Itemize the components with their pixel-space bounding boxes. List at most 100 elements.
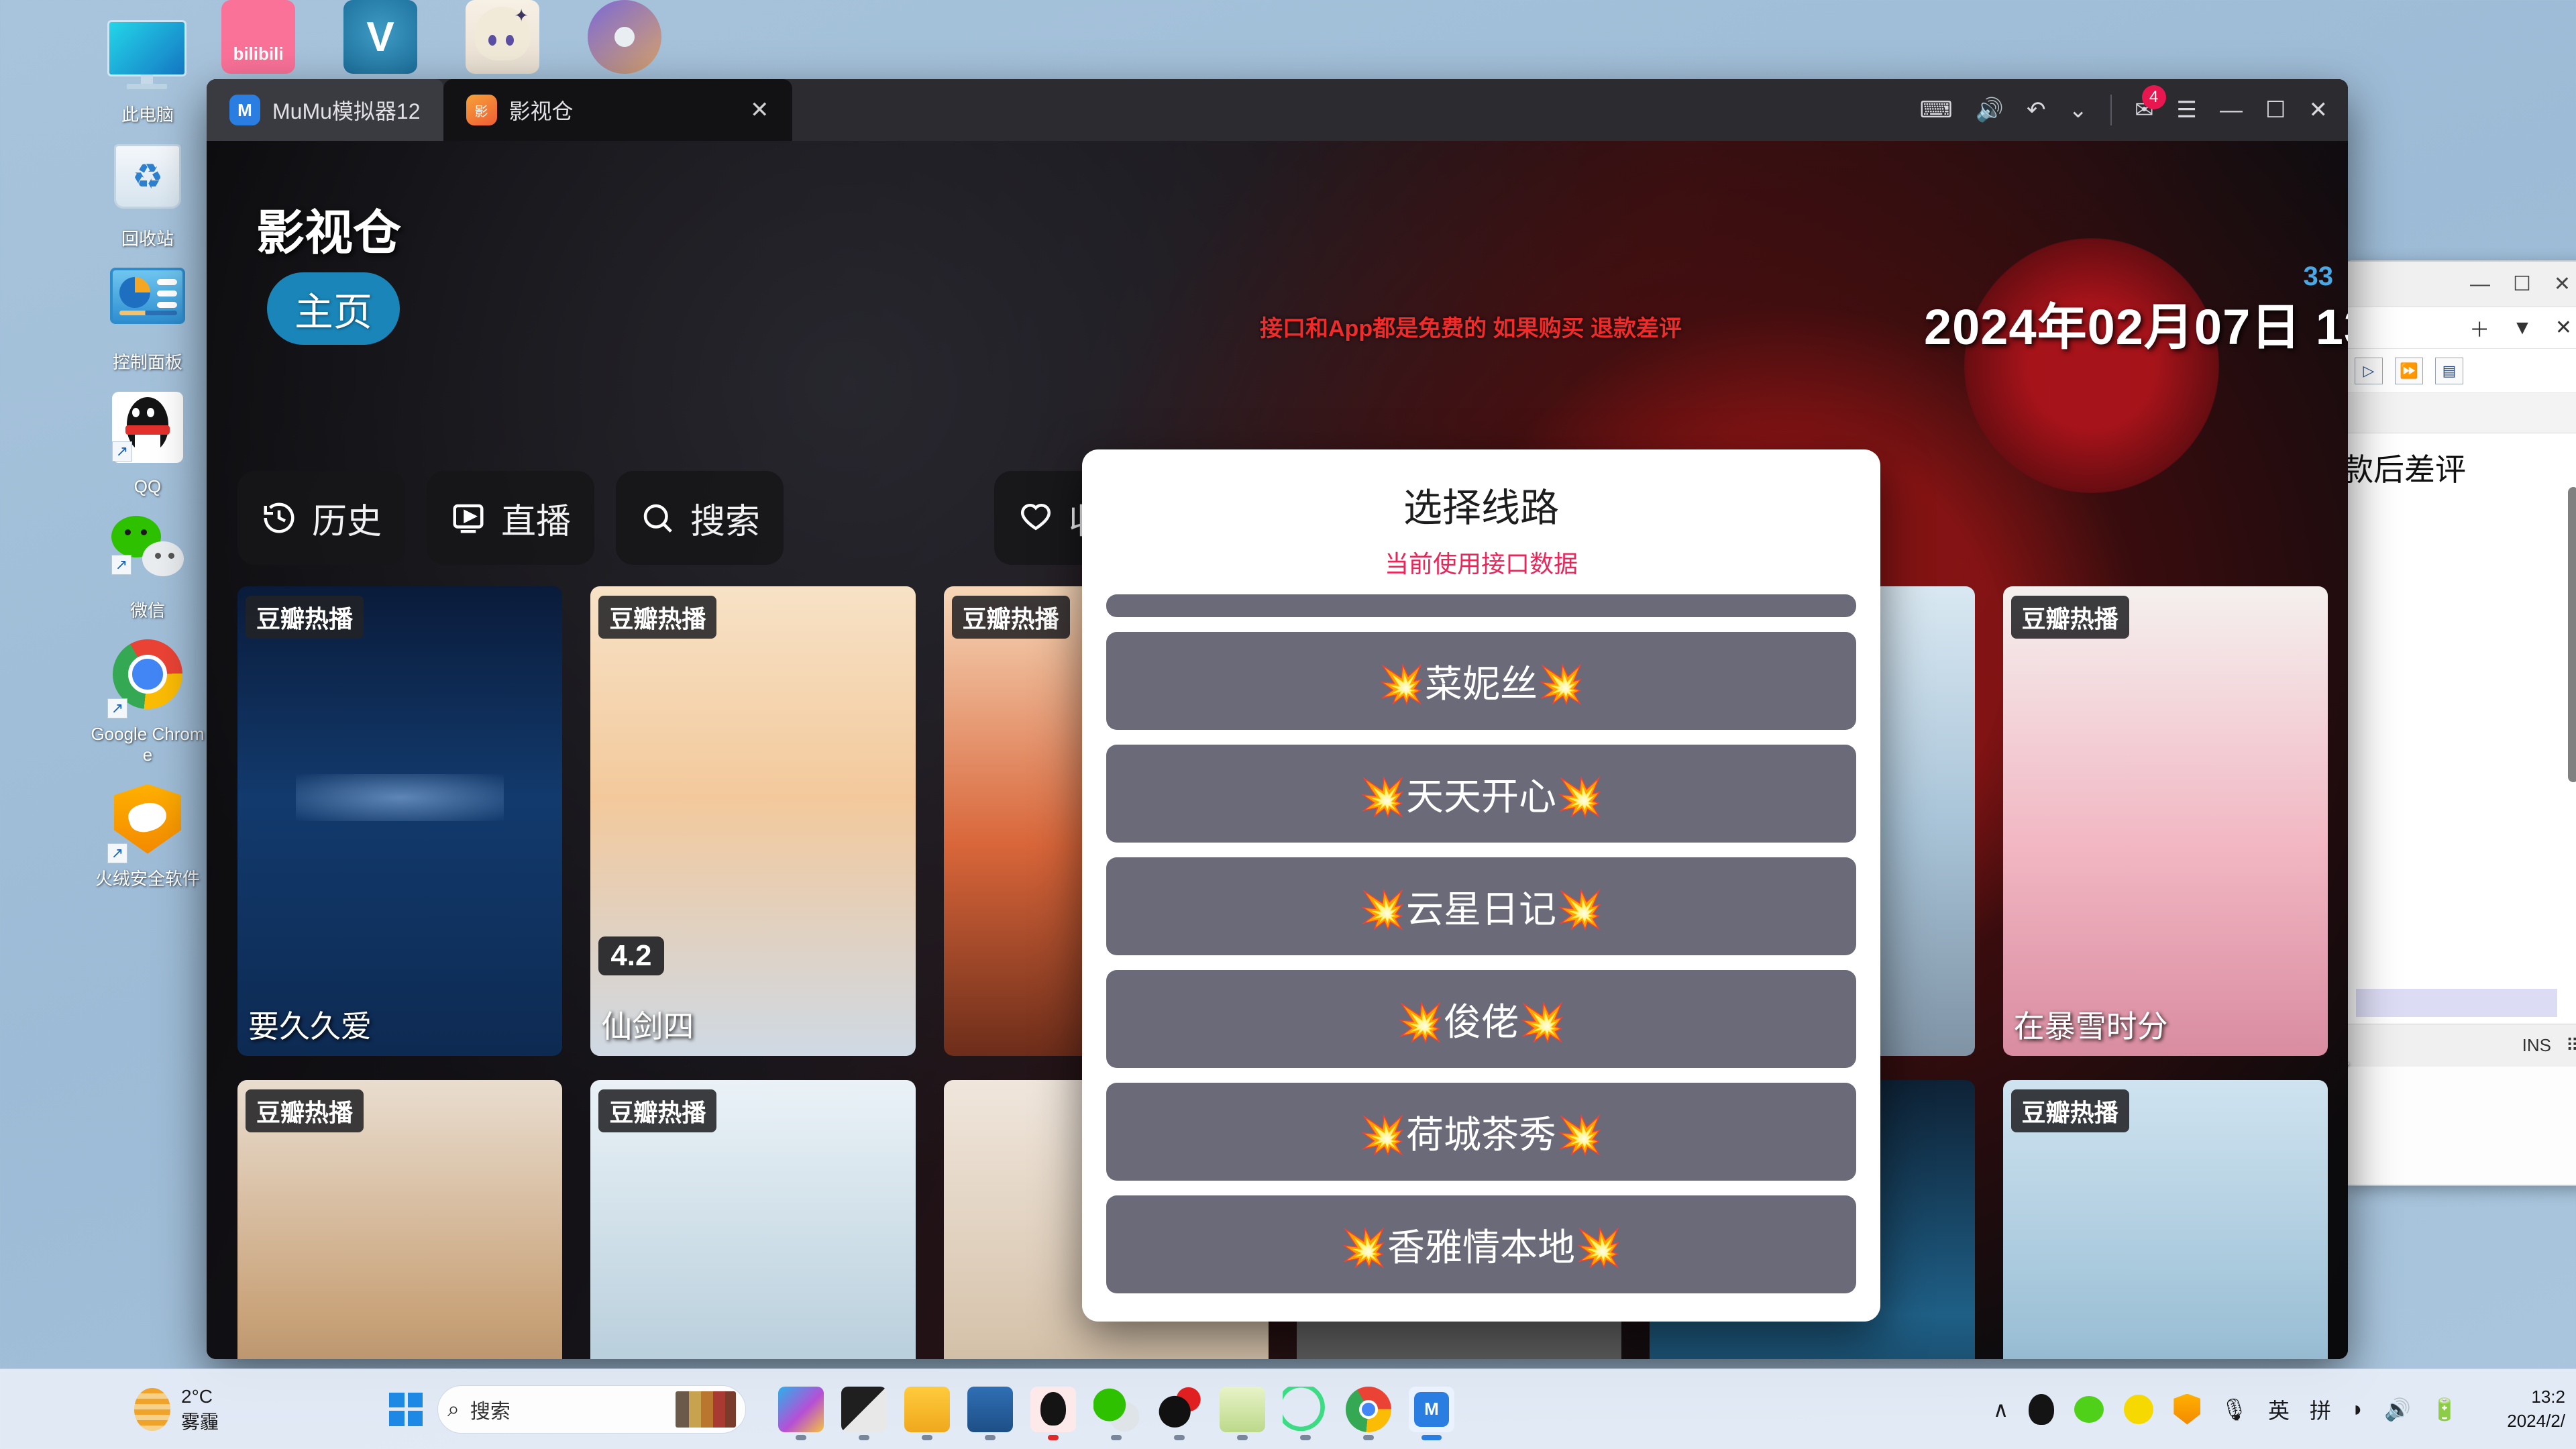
mumu-emulator-window[interactable]: M MuMu模拟器12 影 影视仓 ✕ ⌨ 🔊 ↶ ⌄ ✉ 4 ☰ — ☐ ✕ [207, 79, 2348, 1359]
taskbar-app-wechat-dev[interactable] [1283, 1386, 1328, 1440]
chrome-icon: ↗ [107, 639, 188, 720]
mumu-icon: M [229, 95, 260, 125]
desktop-icon-qq[interactable]: ↗ QQ [87, 392, 208, 497]
bgwindow-document[interactable]: 款后差评 [2347, 433, 2576, 1024]
bgwindow-document-text: 款后差评 [2347, 452, 2466, 487]
taskbar-clock[interactable]: 13:2 2024/2/ [2478, 1385, 2565, 1432]
taskbar-app-qq[interactable] [1030, 1386, 1076, 1440]
weather-icon [134, 1387, 170, 1431]
taskbar-app-notes[interactable] [1220, 1386, 1265, 1440]
maximize-icon[interactable]: ☐ [2265, 99, 2286, 121]
insert-mode-indicator: INS [2522, 1035, 2551, 1055]
taskbar-app-mumu[interactable]: M [1409, 1386, 1454, 1440]
resize-grip-icon[interactable]: ⠿ [2566, 1035, 2576, 1056]
close-icon[interactable]: ✕ [710, 97, 769, 123]
show-hidden-icons[interactable]: ∧ [1993, 1397, 2008, 1422]
bgwindow-toolbar: ▷ ⏩ ▤ [2347, 349, 2576, 393]
mail-icon[interactable]: ✉ 4 [2135, 85, 2166, 121]
fast-forward-icon[interactable]: ⏩ [2395, 357, 2423, 384]
table-icon[interactable]: ▤ [2435, 357, 2463, 384]
dialog-title: 选择线路 [1403, 486, 1559, 530]
route-item[interactable]: 💥香雅情本地💥 [1106, 1195, 1856, 1293]
desktop-icon-wechat[interactable]: ↗ 微信 [87, 515, 208, 621]
mail-badge: 4 [2141, 85, 2166, 109]
keyboard-icon[interactable]: ⌨ [1920, 99, 1953, 121]
system-tray: ∧ 🎙 英 拼 ◗ 🔊 🔋 13:2 2024/2/ [1993, 1385, 2576, 1432]
paimon-eye-left [488, 35, 496, 46]
taskbar-weather-widget[interactable]: 2°C 雾霾 [134, 1384, 356, 1435]
taskbar-app-chrome[interactable] [1346, 1386, 1391, 1440]
emulator-tab-label: 影视仓 [508, 99, 574, 123]
emulator-system-buttons: ⌨ 🔊 ↶ ⌄ ✉ 4 ☰ — ☐ ✕ [1920, 85, 2348, 125]
windows-taskbar: 2°C 雾霾 ⌕ 搜索 M ∧ 🎙 英 拼 ◗ 🔊 🔋 13:2 2024/2/ [0, 1368, 2576, 1449]
route-item[interactable]: 💥云星日记💥 [1106, 857, 1856, 955]
close-icon[interactable]: ✕ [2309, 99, 2328, 121]
search-placeholder: 搜索 [470, 1400, 511, 1423]
back-icon[interactable]: ↶ [2027, 99, 2046, 121]
minimize-icon[interactable]: — [2220, 99, 2243, 121]
route-item[interactable]: 💥菜妮丝💥 [1106, 632, 1856, 730]
desktop-icon-chrome[interactable]: ↗ Google Chrome [87, 639, 208, 765]
shortcut-arrow-icon: ↗ [107, 843, 127, 863]
v2ray-icon[interactable]: V [343, 0, 417, 74]
taskbar-app-taskview[interactable] [841, 1386, 887, 1440]
emulator-tab-mumu[interactable]: M MuMu模拟器12 [207, 79, 443, 141]
yingshicang-icon: 影 [466, 95, 497, 125]
add-tab-icon[interactable]: ＋ [2469, 313, 2489, 343]
tray-music-icon[interactable] [2124, 1394, 2154, 1424]
taskbar-app-store[interactable] [967, 1386, 1013, 1440]
menu-icon[interactable]: ☰ [2177, 99, 2197, 121]
desktop-icon-huorong[interactable]: ↗ 火绒安全软件 [87, 784, 208, 890]
tray-huorong-icon[interactable] [2174, 1393, 2201, 1425]
background-editor-window[interactable]: — ☐ ✕ ＋ ▼ ✕ ▷ ⏩ ▤ 款后差评 INS ⠿ [2345, 260, 2576, 1186]
route-item[interactable]: 💥天天开心💥 [1106, 745, 1856, 843]
close-icon[interactable]: ✕ [2554, 272, 2571, 296]
disc-icon[interactable] [588, 0, 661, 74]
taskbar-app-copilot[interactable] [778, 1386, 824, 1440]
desktop-icon-column: 此电脑 ♻ 回收站 控制面板 ↗ QQ ↗ 微信 ↗ Google Chrome… [87, 13, 208, 908]
desktop-icon-label: 火绒安全软件 [95, 868, 200, 889]
start-button[interactable] [389, 1392, 423, 1426]
emulator-tab-yingshicang[interactable]: 影 影视仓 ✕ [443, 79, 792, 141]
bilibili-icon[interactable]: bilibili [221, 0, 295, 74]
wifi-icon[interactable]: ◗ [2351, 1397, 2364, 1421]
desktop-icon-label: Google Chrome [91, 724, 205, 765]
desktop-icon-recycle-bin[interactable]: ♻ 回收站 [87, 144, 208, 250]
bgwindow-secondary-bar [2347, 393, 2576, 433]
minimize-icon[interactable]: — [2470, 273, 2490, 296]
taskbar-app-explorer[interactable] [904, 1386, 950, 1440]
route-item[interactable] [1106, 594, 1856, 617]
app-viewport: 影视仓 主页 接口和App都是免费的 如果购买 退款差评 2024年02月07日… [207, 141, 2348, 1359]
tray-mic-icon[interactable]: 🎙 [2220, 1397, 2248, 1422]
volume-icon[interactable]: 🔊 [1976, 99, 2004, 121]
qq-icon: ↗ [107, 392, 188, 472]
clock-date: 2024/2/ [2507, 1410, 2565, 1431]
search-input[interactable]: ⌕ 搜索 [437, 1385, 746, 1434]
search-icon: ⌕ [447, 1396, 460, 1421]
close-tab-icon[interactable]: ✕ [2555, 316, 2572, 339]
taskbar-app-obs[interactable] [1157, 1386, 1202, 1440]
desktop-icon-control-panel[interactable]: 控制面板 [87, 268, 208, 373]
recycle-bin-icon: ♻ [107, 144, 188, 225]
weather-temp: 2°C [181, 1385, 213, 1407]
ime-lang-icon[interactable]: 英 [2268, 1394, 2290, 1425]
route-item[interactable]: 💥俊佬💥 [1106, 970, 1856, 1068]
route-item[interactable]: 💥荷城茶秀💥 [1106, 1083, 1856, 1181]
genshin-paimon-icon[interactable]: ✦ [466, 0, 539, 74]
tray-wechat-icon[interactable] [2074, 1395, 2104, 1423]
play-icon[interactable]: ▷ [2355, 357, 2383, 384]
maximize-icon[interactable]: ☐ [2513, 272, 2531, 296]
route-select-dialog[interactable]: 选择线路 当前使用接口数据 💥菜妮丝💥 💥天天开心💥 💥云星日记💥 💥俊佬💥 💥… [1082, 449, 1880, 1322]
battery-icon[interactable]: 🔋 [2431, 1397, 2458, 1422]
route-list[interactable]: 💥菜妮丝💥 💥天天开心💥 💥云星日记💥 💥俊佬💥 💥荷城茶秀💥 💥香雅情本地💥 [1082, 594, 1880, 1322]
emulator-tab-label: MuMu模拟器12 [272, 99, 421, 123]
bgwindow-scrollbar[interactable] [2568, 487, 2576, 782]
desktop-icon-this-pc[interactable]: 此电脑 [87, 20, 208, 125]
dropdown-icon[interactable]: ▼ [2512, 317, 2532, 339]
taskbar-app-wechat[interactable] [1093, 1386, 1139, 1440]
chevron-down-icon[interactable]: ⌄ [2069, 99, 2088, 121]
ime-pinyin-icon[interactable]: 拼 [2310, 1394, 2331, 1425]
volume-icon[interactable]: 🔊 [2384, 1397, 2411, 1422]
taskbar-app-list: M [778, 1386, 1454, 1440]
tray-qq-icon[interactable] [2029, 1393, 2055, 1425]
